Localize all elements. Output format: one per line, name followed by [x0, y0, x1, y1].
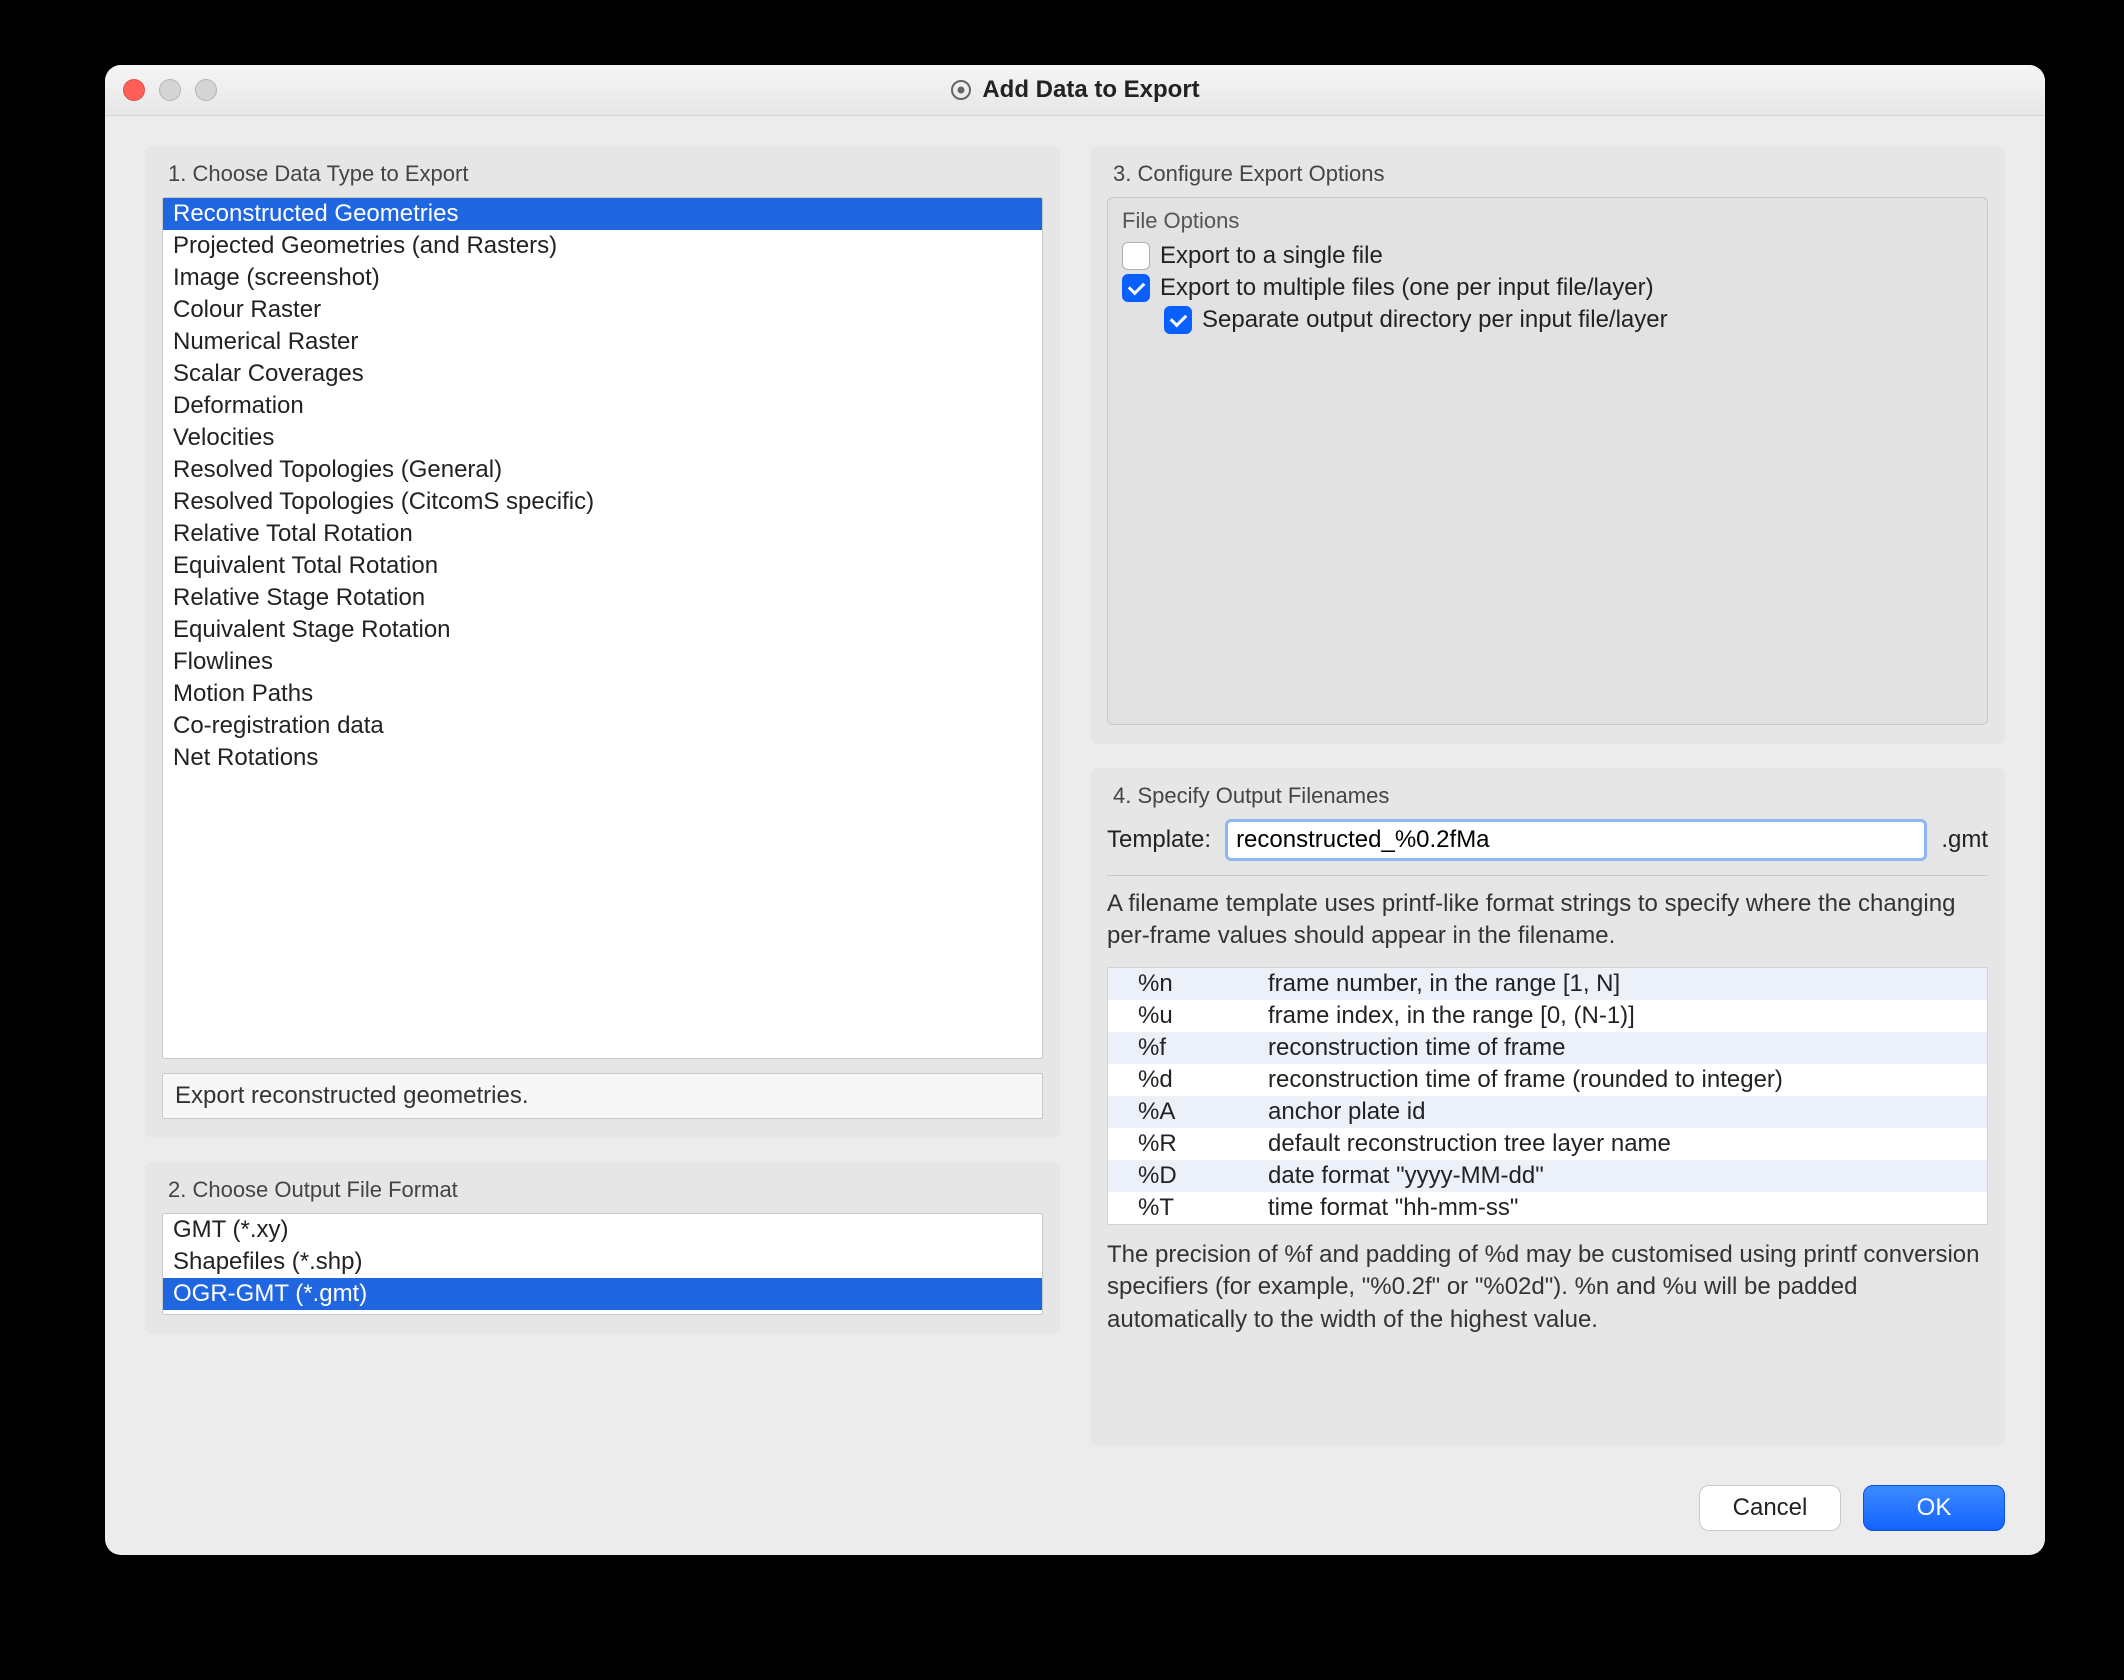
- template-extension: .gmt: [1941, 826, 1988, 854]
- checkbox-separate-directory[interactable]: [1164, 306, 1192, 334]
- format-spec-code: %d: [1108, 1064, 1259, 1096]
- data-type-item[interactable]: Velocities: [163, 422, 1042, 454]
- section4-title: 4. Specify Output Filenames: [1113, 783, 1988, 809]
- panel-output-filenames: 4. Specify Output Filenames Template: .g…: [1090, 768, 2005, 1446]
- window-controls: [123, 79, 217, 101]
- panel-choose-format: 2. Choose Output File Format GMT (*.xy)S…: [145, 1162, 1060, 1334]
- data-type-item[interactable]: Co-registration data: [163, 710, 1042, 742]
- data-type-item[interactable]: Resolved Topologies (CitcomS specific): [163, 486, 1042, 518]
- section3-title: 3. Configure Export Options: [1113, 161, 1988, 187]
- file-options-title: File Options: [1108, 204, 1987, 240]
- format-spec-row: %Ddate format "yyyy-MM-dd": [1108, 1160, 1988, 1192]
- data-type-item[interactable]: Net Rotations: [163, 742, 1042, 774]
- maximize-window-button[interactable]: [195, 79, 217, 101]
- panel-choose-data-type: 1. Choose Data Type to Export Reconstruc…: [145, 146, 1060, 1138]
- data-type-item[interactable]: Relative Total Rotation: [163, 518, 1042, 550]
- format-spec-desc: frame index, in the range [0, (N-1)]: [1258, 1000, 1988, 1032]
- format-spec-desc: anchor plate id: [1258, 1096, 1988, 1128]
- format-spec-code: %T: [1108, 1192, 1259, 1225]
- format-spec-code: %u: [1108, 1000, 1259, 1032]
- checkbox-export-single[interactable]: [1122, 242, 1150, 270]
- format-item[interactable]: OGR-GMT (*.gmt): [163, 1278, 1042, 1310]
- minimize-window-button[interactable]: [159, 79, 181, 101]
- section2-title: 2. Choose Output File Format: [168, 1177, 1043, 1203]
- data-type-listbox[interactable]: Reconstructed GeometriesProjected Geomet…: [162, 197, 1043, 1059]
- template-help-1: A filename template uses printf-like for…: [1107, 888, 1988, 953]
- format-spec-row: %dreconstruction time of frame (rounded …: [1108, 1064, 1988, 1096]
- left-column: 1. Choose Data Type to Export Reconstruc…: [145, 146, 1060, 1446]
- label-export-single: Export to a single file: [1160, 242, 1383, 270]
- format-listbox[interactable]: GMT (*.xy)Shapefiles (*.shp)OGR-GMT (*.g…: [162, 1213, 1043, 1315]
- template-label: Template:: [1107, 826, 1211, 854]
- window-title: Add Data to Export: [982, 76, 1199, 104]
- format-spec-desc: reconstruction time of frame: [1258, 1032, 1988, 1064]
- opt-sepdir-row[interactable]: Separate output directory per input file…: [1108, 304, 1987, 336]
- template-help-2: The precision of %f and padding of %d ma…: [1107, 1239, 1988, 1336]
- file-options-group: File Options Export to a single file Exp…: [1107, 197, 1988, 725]
- format-spec-row: %Ttime format "hh-mm-ss": [1108, 1192, 1988, 1225]
- template-input[interactable]: [1225, 819, 1927, 861]
- format-specifier-table: %nframe number, in the range [1, N]%ufra…: [1107, 967, 1988, 1225]
- data-type-item[interactable]: Flowlines: [163, 646, 1042, 678]
- format-spec-desc: reconstruction time of frame (rounded to…: [1258, 1064, 1988, 1096]
- label-separate-directory: Separate output directory per input file…: [1202, 306, 1668, 334]
- format-spec-code: %R: [1108, 1128, 1259, 1160]
- section1-title: 1. Choose Data Type to Export: [168, 161, 1043, 187]
- data-type-item[interactable]: Scalar Coverages: [163, 358, 1042, 390]
- data-type-item[interactable]: Reconstructed Geometries: [163, 198, 1042, 230]
- format-spec-desc: frame number, in the range [1, N]: [1258, 967, 1988, 1000]
- format-spec-desc: date format "yyyy-MM-dd": [1258, 1160, 1988, 1192]
- label-export-multiple: Export to multiple files (one per input …: [1160, 274, 1654, 302]
- data-type-item[interactable]: Equivalent Total Rotation: [163, 550, 1042, 582]
- titlebar: Add Data to Export: [105, 65, 2045, 116]
- format-spec-row: %nframe number, in the range [1, N]: [1108, 967, 1988, 1000]
- data-type-item[interactable]: Deformation: [163, 390, 1042, 422]
- panel-configure-options: 3. Configure Export Options File Options…: [1090, 146, 2005, 744]
- data-type-item[interactable]: Numerical Raster: [163, 326, 1042, 358]
- data-type-item[interactable]: Resolved Topologies (General): [163, 454, 1042, 486]
- checkbox-export-multiple[interactable]: [1122, 274, 1150, 302]
- dialog-footer: Cancel OK: [1699, 1485, 2005, 1531]
- ok-button[interactable]: OK: [1863, 1485, 2005, 1531]
- cancel-button[interactable]: Cancel: [1699, 1485, 1841, 1531]
- right-column: 3. Configure Export Options File Options…: [1090, 146, 2005, 1446]
- format-spec-code: %n: [1108, 967, 1259, 1000]
- data-type-item[interactable]: Equivalent Stage Rotation: [163, 614, 1042, 646]
- format-spec-code: %f: [1108, 1032, 1259, 1064]
- data-type-item[interactable]: Image (screenshot): [163, 262, 1042, 294]
- data-type-item[interactable]: Relative Stage Rotation: [163, 582, 1042, 614]
- data-type-item[interactable]: Motion Paths: [163, 678, 1042, 710]
- dialog-body: 1. Choose Data Type to Export Reconstruc…: [105, 116, 2045, 1466]
- dialog-window: Add Data to Export 1. Choose Data Type t…: [105, 65, 2045, 1555]
- opt-single-row[interactable]: Export to a single file: [1108, 240, 1987, 272]
- data-type-item[interactable]: Colour Raster: [163, 294, 1042, 326]
- app-icon: [950, 79, 972, 101]
- template-row: Template: .gmt: [1107, 819, 1988, 861]
- format-item[interactable]: Shapefiles (*.shp): [163, 1246, 1042, 1278]
- format-spec-desc: time format "hh-mm-ss": [1258, 1192, 1988, 1225]
- format-spec-row: %freconstruction time of frame: [1108, 1032, 1988, 1064]
- format-spec-row: %Rdefault reconstruction tree layer name: [1108, 1128, 1988, 1160]
- format-spec-desc: default reconstruction tree layer name: [1258, 1128, 1988, 1160]
- data-type-item[interactable]: Projected Geometries (and Rasters): [163, 230, 1042, 262]
- format-item[interactable]: GMT (*.xy): [163, 1214, 1042, 1246]
- format-spec-row: %Aanchor plate id: [1108, 1096, 1988, 1128]
- format-spec-code: %D: [1108, 1160, 1259, 1192]
- separator: [1107, 875, 1988, 876]
- title-area: Add Data to Export: [105, 76, 2045, 104]
- close-window-button[interactable]: [123, 79, 145, 101]
- opt-multi-row[interactable]: Export to multiple files (one per input …: [1108, 272, 1987, 304]
- format-spec-row: %uframe index, in the range [0, (N-1)]: [1108, 1000, 1988, 1032]
- data-type-description: Export reconstructed geometries.: [162, 1073, 1043, 1119]
- format-spec-code: %A: [1108, 1096, 1259, 1128]
